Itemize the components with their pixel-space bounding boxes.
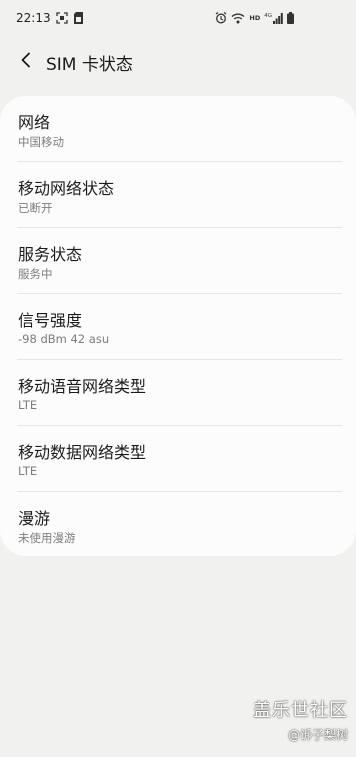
row-title: 移动数据网络类型 bbox=[18, 443, 147, 462]
alarm-icon bbox=[216, 12, 227, 24]
sim-storage-icon bbox=[74, 12, 83, 24]
row-voice-network-type[interactable]: 移动语音网络类型 LTE bbox=[17, 360, 342, 426]
row-subtitle: 中国移动 bbox=[18, 135, 64, 149]
row-title: 漫游 bbox=[18, 509, 51, 528]
hd-icon: HD bbox=[249, 14, 261, 22]
signal-4g-icon: 4G bbox=[264, 12, 283, 24]
row-subtitle: LTE bbox=[18, 398, 38, 412]
row-data-network-type[interactable]: 移动数据网络类型 LTE bbox=[17, 426, 342, 492]
screenshot-icon bbox=[56, 12, 68, 24]
page-title: SIM 卡状态 bbox=[46, 55, 133, 75]
row-subtitle: -98 dBm 42 asu bbox=[18, 332, 110, 346]
row-signal-strength[interactable]: 信号强度 -98 dBm 42 asu bbox=[17, 294, 342, 360]
back-button[interactable] bbox=[12, 46, 40, 74]
signal-bars-icon bbox=[273, 12, 283, 24]
row-subtitle: 未使用漫游 bbox=[18, 531, 76, 545]
row-roaming[interactable]: 漫游 未使用漫游 bbox=[17, 492, 342, 558]
status-time: 22:13 bbox=[16, 11, 51, 25]
battery-icon bbox=[287, 12, 294, 24]
network-type-label: 4G bbox=[264, 12, 272, 19]
watermark-user: @诉子梨树 bbox=[287, 728, 348, 742]
row-title: 服务状态 bbox=[18, 245, 83, 264]
status-left-icons bbox=[56, 12, 83, 24]
status-bar: 22:13 HD 4G bbox=[0, 0, 356, 38]
row-service-state[interactable]: 服务状态 服务中 bbox=[17, 228, 342, 294]
row-title: 网络 bbox=[18, 113, 51, 132]
wifi-icon bbox=[231, 13, 245, 24]
row-mobile-network-state[interactable]: 移动网络状态 已断开 bbox=[17, 162, 342, 228]
row-subtitle: LTE bbox=[18, 464, 38, 478]
sim-status-card: 网络 中国移动 移动网络状态 已断开 服务状态 服务中 信号强度 -98 dBm… bbox=[0, 96, 356, 556]
back-arrow-icon bbox=[21, 52, 30, 68]
app-header: SIM 卡状态 bbox=[0, 38, 356, 86]
row-subtitle: 服务中 bbox=[18, 267, 53, 281]
watermark-site: 盖乐世社区 bbox=[253, 700, 348, 721]
row-title: 移动语音网络类型 bbox=[18, 377, 147, 396]
row-network[interactable]: 网络 中国移动 bbox=[17, 96, 342, 162]
row-title: 信号强度 bbox=[18, 311, 83, 330]
status-right-icons: HD 4G bbox=[215, 12, 294, 24]
row-title: 移动网络状态 bbox=[18, 179, 115, 198]
row-subtitle: 已断开 bbox=[18, 201, 53, 215]
watermark: 盖乐世社区 @诉子梨树 bbox=[253, 696, 348, 743]
